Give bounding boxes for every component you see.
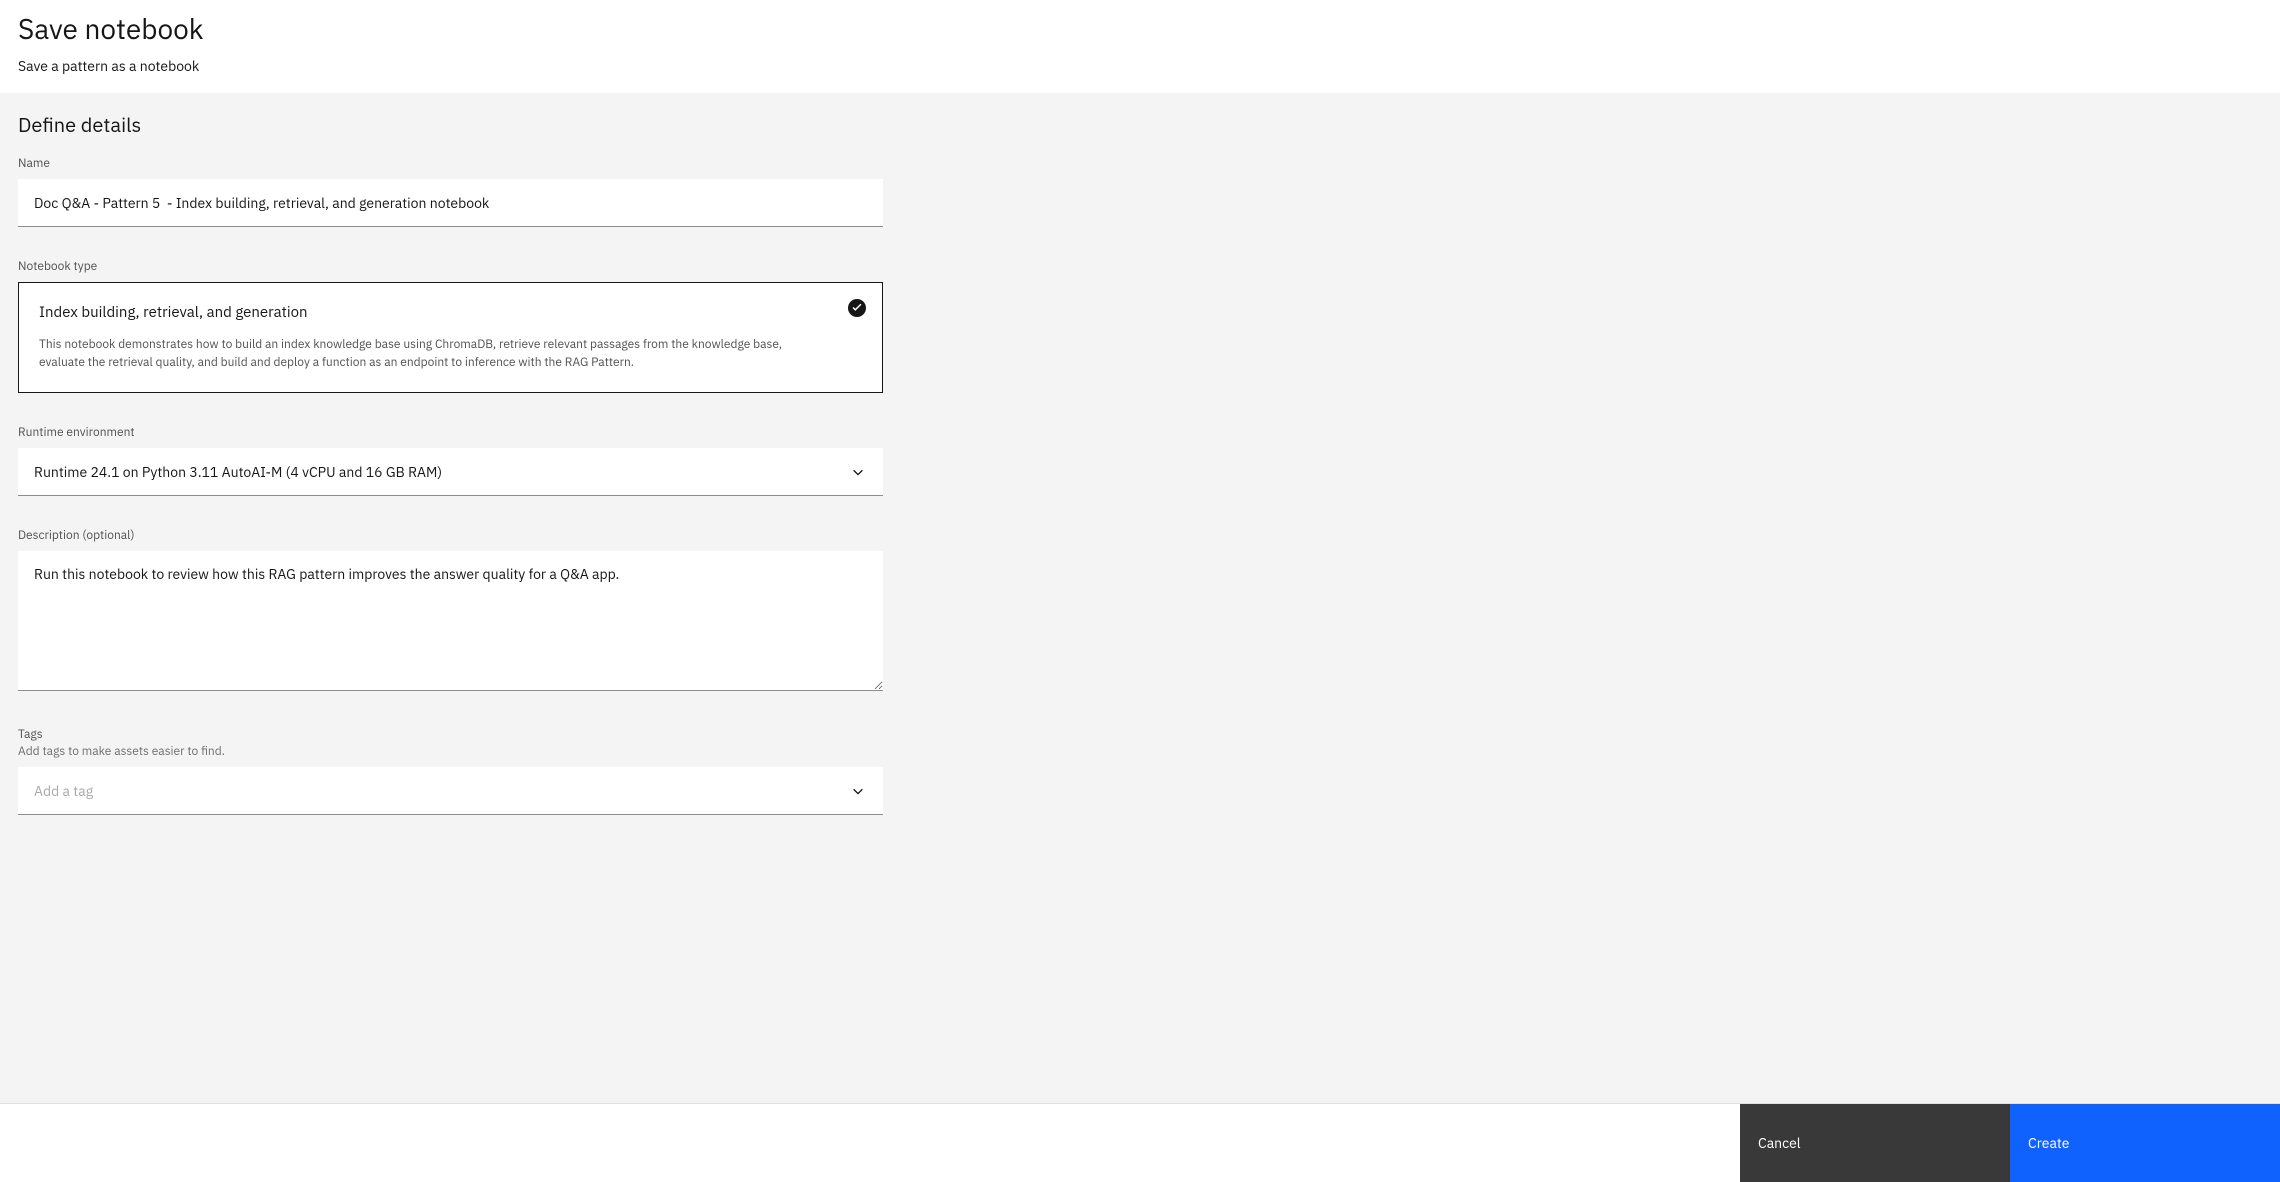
runtime-select-wrap: Runtime 24.1 on Python 3.11 AutoAI-M (4 … bbox=[18, 448, 883, 496]
notebook-type-tile[interactable]: Index building, retrieval, and generatio… bbox=[18, 282, 883, 393]
notebook-type-description: This notebook demonstrates how to build … bbox=[39, 336, 829, 372]
tags-sublabel: Add tags to make assets easier to find. bbox=[18, 744, 883, 759]
cancel-label: Cancel bbox=[1758, 1134, 1801, 1152]
page-title: Save notebook bbox=[18, 10, 2262, 47]
modal-header: Save notebook Save a pattern as a notebo… bbox=[0, 0, 2280, 93]
runtime-select[interactable]: Runtime 24.1 on Python 3.11 AutoAI-M (4 … bbox=[18, 448, 883, 496]
create-button[interactable]: Create bbox=[2010, 1104, 2280, 1182]
name-input[interactable] bbox=[18, 179, 883, 227]
name-label: Name bbox=[18, 156, 883, 171]
description-label: Description (optional) bbox=[18, 528, 883, 543]
tags-placeholder: Add a tag bbox=[34, 782, 93, 800]
create-label: Create bbox=[2028, 1134, 2069, 1152]
runtime-group: Runtime environment Runtime 24.1 on Pyth… bbox=[18, 425, 883, 496]
tags-input[interactable]: Add a tag bbox=[18, 767, 883, 815]
tags-select-wrap: Add a tag bbox=[18, 767, 883, 815]
section-title: Define details bbox=[18, 111, 2262, 138]
cancel-button[interactable]: Cancel bbox=[1740, 1104, 2010, 1182]
page-subtitle: Save a pattern as a notebook bbox=[18, 57, 2262, 75]
modal-footer: Cancel Create bbox=[0, 1103, 2280, 1182]
tags-label: Tags bbox=[18, 727, 883, 742]
tags-group: Tags Add tags to make assets easier to f… bbox=[18, 727, 883, 815]
notebook-type-group: Notebook type Index building, retrieval,… bbox=[18, 259, 883, 393]
checkmark-filled-icon bbox=[848, 299, 866, 317]
description-textarea[interactable] bbox=[18, 551, 883, 691]
form-body: Define details Name Notebook type Index … bbox=[0, 93, 2280, 1103]
name-group: Name bbox=[18, 156, 883, 227]
runtime-value: Runtime 24.1 on Python 3.11 AutoAI-M (4 … bbox=[34, 463, 442, 481]
notebook-type-label: Notebook type bbox=[18, 259, 883, 274]
description-group: Description (optional) bbox=[18, 528, 883, 695]
runtime-label: Runtime environment bbox=[18, 425, 883, 440]
notebook-type-title: Index building, retrieval, and generatio… bbox=[39, 303, 862, 322]
